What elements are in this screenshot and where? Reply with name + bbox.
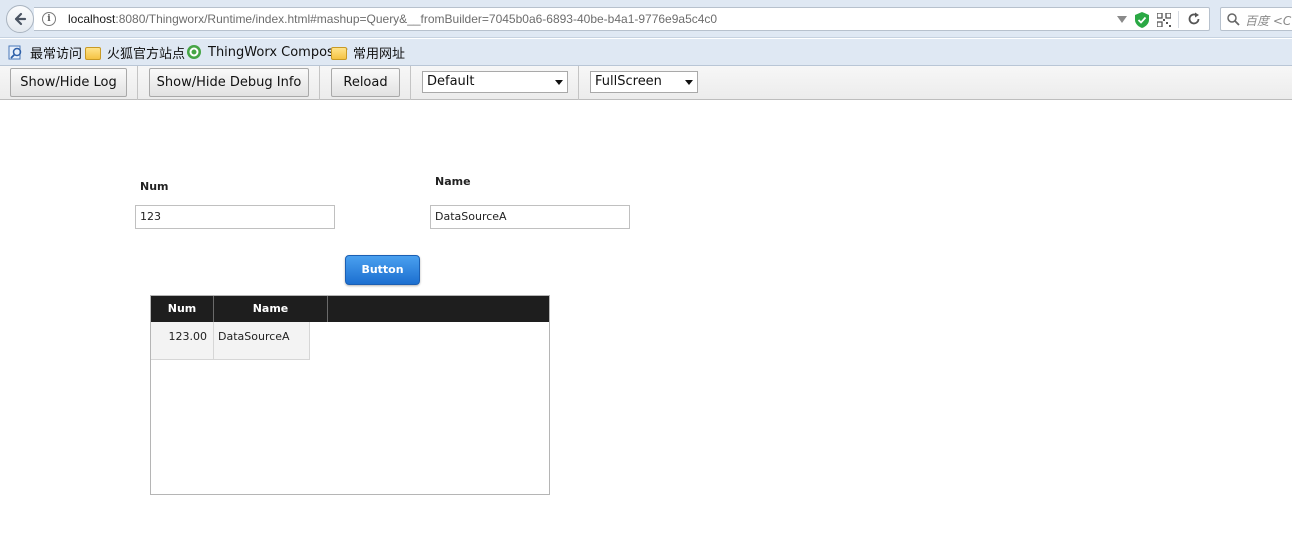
url-bar[interactable]: i localhost:8080/Thingworx/Runtime/index… (34, 7, 1210, 31)
grid-header: Num Name (151, 296, 549, 322)
url-text[interactable]: localhost:8080/Thingworx/Runtime/index.h… (68, 12, 717, 26)
url-dropdown-icon[interactable] (1117, 16, 1127, 23)
reload-icon[interactable] (1187, 12, 1201, 26)
thingworx-gear-icon (187, 45, 201, 59)
qr-code-icon[interactable] (1157, 13, 1171, 27)
bookmark-label: 火狐官方站点 (107, 46, 186, 62)
browser-nav-bar: i localhost:8080/Thingworx/Runtime/index… (0, 0, 1292, 38)
cell-name[interactable]: DataSourceA (214, 322, 310, 360)
reload-button[interactable]: Reload (331, 68, 400, 97)
name-input[interactable]: DataSourceA (430, 205, 630, 229)
num-input[interactable]: 123 (135, 205, 335, 229)
toolbar-divider (578, 66, 579, 100)
bookmarks-bar: 最常访问 火狐官方站点 ThingWorx Composer 常用网址 (0, 39, 1292, 66)
toolbar-divider (410, 66, 411, 100)
folder-icon (331, 46, 347, 60)
name-label: Name (435, 175, 471, 188)
chevron-down-icon (685, 80, 693, 85)
show-hide-debug-button[interactable]: Show/Hide Debug Info (149, 68, 309, 97)
bookmark-thingworx-composer[interactable]: ThingWorx Composer (186, 43, 347, 61)
search-icon (1227, 13, 1240, 26)
query-button[interactable]: Button (345, 255, 420, 285)
bookmark-search-icon (8, 45, 22, 60)
bookmark-common-sites[interactable]: 常用网址 (331, 43, 406, 62)
url-separator (1178, 11, 1179, 28)
column-header-name[interactable]: Name (214, 296, 328, 322)
back-arrow-icon (14, 12, 27, 26)
column-header-num[interactable]: Num (151, 296, 214, 322)
bookmark-firefox-site[interactable]: 火狐官方站点 (85, 43, 186, 62)
data-grid[interactable]: Num Name 123.00 DataSourceA (150, 295, 550, 495)
search-placeholder: 百度 <Ct (1245, 14, 1292, 28)
theme-select-value: Default (427, 74, 475, 89)
back-button[interactable] (6, 5, 34, 33)
bookmark-label: 常用网址 (353, 46, 406, 62)
view-mode-select[interactable]: FullScreen (590, 71, 698, 93)
folder-icon (85, 46, 101, 60)
toolbar-divider (137, 66, 138, 100)
show-hide-log-button[interactable]: Show/Hide Log (10, 68, 127, 97)
bookmark-label: 最常访问 (30, 46, 83, 62)
view-mode-select-value: FullScreen (595, 74, 662, 89)
bookmark-label: ThingWorx Composer (208, 44, 348, 60)
info-icon[interactable]: i (42, 12, 56, 26)
cell-num[interactable]: 123.00 (151, 322, 214, 360)
search-input[interactable]: 百度 <Ct (1220, 7, 1292, 31)
theme-select[interactable]: Default (422, 71, 568, 93)
num-label: Num (140, 180, 169, 193)
shield-icon[interactable] (1135, 12, 1149, 28)
bookmark-most-visited[interactable]: 最常访问 (8, 43, 83, 62)
toolbar-divider (319, 66, 320, 100)
chevron-down-icon (555, 80, 563, 85)
runtime-toolbar: Show/Hide Log Show/Hide Debug Info Reloa… (0, 66, 1292, 100)
